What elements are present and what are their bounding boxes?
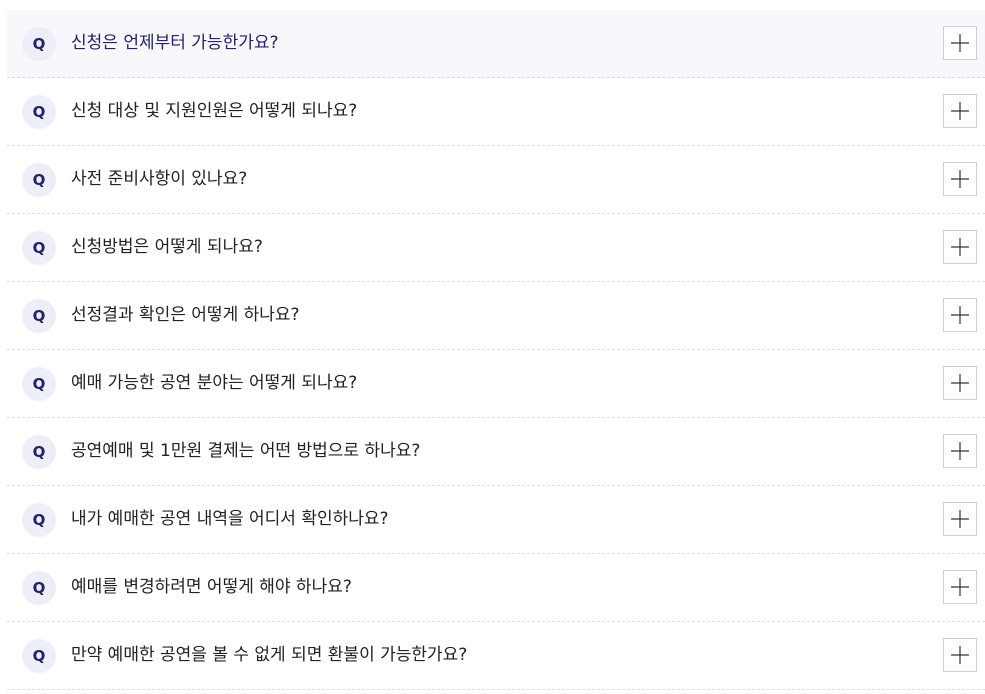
- plus-icon: [951, 374, 969, 392]
- expand-button[interactable]: [943, 502, 977, 536]
- plus-icon: [951, 510, 969, 528]
- faq-item[interactable]: Q 사전 준비사항이 있나요?: [7, 146, 985, 214]
- faq-item[interactable]: Q 신청방법은 어떻게 되나요?: [7, 214, 985, 282]
- plus-icon: [951, 170, 969, 188]
- q-badge: Q: [22, 27, 56, 61]
- plus-icon: [951, 442, 969, 460]
- plus-icon: [951, 238, 969, 256]
- faq-question[interactable]: 선정결과 확인은 어떻게 하나요?: [71, 282, 300, 349]
- faq-item[interactable]: Q 만약 예매한 공연을 볼 수 없게 되면 환불이 가능한가요?: [7, 622, 985, 690]
- faq-question[interactable]: 내가 예매한 공연 내역을 어디서 확인하나요?: [71, 486, 389, 553]
- q-badge: Q: [22, 299, 56, 333]
- expand-button[interactable]: [943, 230, 977, 264]
- faq-question[interactable]: 사전 준비사항이 있나요?: [71, 146, 247, 213]
- faq-item[interactable]: Q 예매 가능한 공연 분야는 어떻게 되나요?: [7, 350, 985, 418]
- faq-question[interactable]: 신청방법은 어떻게 되나요?: [71, 214, 263, 281]
- faq-question[interactable]: 공연예매 및 1만원 결제는 어떤 방법으로 하나요?: [71, 418, 420, 485]
- faq-question[interactable]: 신청은 언제부터 가능한가요?: [71, 10, 279, 77]
- expand-button[interactable]: [943, 162, 977, 196]
- faq-item[interactable]: Q 공연예매 및 1만원 결제는 어떤 방법으로 하나요?: [7, 418, 985, 486]
- q-badge: Q: [22, 163, 56, 197]
- faq-item[interactable]: Q 신청은 언제부터 가능한가요?: [7, 10, 985, 78]
- faq-item[interactable]: Q 신청 대상 및 지원인원은 어떻게 되나요?: [7, 78, 985, 146]
- faq-item[interactable]: Q 예매를 변경하려면 어떻게 해야 하나요?: [7, 554, 985, 622]
- expand-button[interactable]: [943, 434, 977, 468]
- plus-icon: [951, 306, 969, 324]
- faq-item[interactable]: Q 내가 예매한 공연 내역을 어디서 확인하나요?: [7, 486, 985, 554]
- expand-button[interactable]: [943, 638, 977, 672]
- q-badge: Q: [22, 367, 56, 401]
- expand-button[interactable]: [943, 94, 977, 128]
- q-badge: Q: [22, 435, 56, 469]
- plus-icon: [951, 646, 969, 664]
- faq-question[interactable]: 예매를 변경하려면 어떻게 해야 하나요?: [71, 554, 352, 621]
- expand-button[interactable]: [943, 366, 977, 400]
- expand-button[interactable]: [943, 26, 977, 60]
- q-badge: Q: [22, 639, 56, 673]
- plus-icon: [951, 578, 969, 596]
- faq-question[interactable]: 만약 예매한 공연을 볼 수 없게 되면 환불이 가능한가요?: [71, 622, 467, 689]
- plus-icon: [951, 34, 969, 52]
- faq-question[interactable]: 예매 가능한 공연 분야는 어떻게 되나요?: [71, 350, 357, 417]
- q-badge: Q: [22, 231, 56, 265]
- q-badge: Q: [22, 95, 56, 129]
- faq-item[interactable]: Q 선정결과 확인은 어떻게 하나요?: [7, 282, 985, 350]
- q-badge: Q: [22, 571, 56, 605]
- q-badge: Q: [22, 503, 56, 537]
- expand-button[interactable]: [943, 298, 977, 332]
- plus-icon: [951, 102, 969, 120]
- faq-list: Q 신청은 언제부터 가능한가요? Q 신청 대상 및 지원인원은 어떻게 되나…: [7, 10, 985, 690]
- expand-button[interactable]: [943, 570, 977, 604]
- faq-question[interactable]: 신청 대상 및 지원인원은 어떻게 되나요?: [71, 78, 357, 145]
